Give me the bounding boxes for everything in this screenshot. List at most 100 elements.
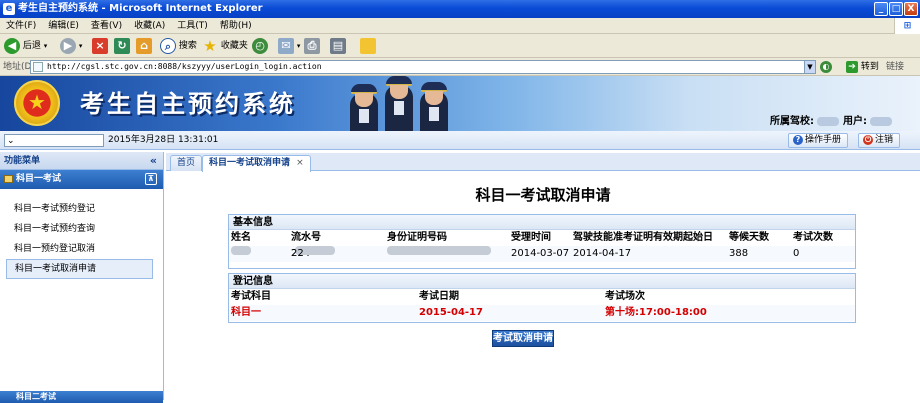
- sidebar-item-cancel-booking[interactable]: 科目一预约登记取消: [6, 239, 153, 259]
- tab-cancel-request[interactable]: 科目一考试取消申请 ×: [202, 155, 311, 172]
- sidebar-nav-list: 科目一考试预约登记 科目一考试预约查询 科目一预约登记取消 科目一考试取消申请: [0, 189, 163, 279]
- school-value-redacted: [817, 116, 840, 126]
- logout-label: 注销: [875, 135, 894, 145]
- police-emblem-icon: [14, 80, 60, 126]
- basic-info-header: 基本信息: [229, 215, 855, 230]
- sidebar-title: 功能菜单: [4, 156, 41, 166]
- menu-bar: 文件(F) 编辑(E) 查看(V) 收藏(A) 工具(T) 帮助(H) ⊞: [0, 18, 920, 34]
- menu-file[interactable]: 文件(F): [0, 18, 42, 34]
- history-icon: ◴: [252, 37, 268, 54]
- current-datetime: 2015年3月28日 13:31:01: [108, 135, 219, 145]
- home-button[interactable]: ⌂: [136, 37, 152, 55]
- registration-info-header: 登记信息: [229, 274, 855, 289]
- col-exam-count: 考试次数: [793, 232, 833, 243]
- edit-icon: ▤: [330, 37, 346, 54]
- col-wait-days: 等候天数: [729, 232, 769, 243]
- registration-info-panel: 登记信息 考试科目 考试日期 考试场次 科目一 2015-04-17 第十场:1…: [228, 273, 856, 323]
- power-icon: ⏻: [863, 134, 873, 145]
- tab-home-label: 首页: [177, 158, 196, 168]
- user-label: 用户:: [842, 116, 867, 127]
- address-url: http://cgsl.stc.gov.cn:8088/kszyyy/userL…: [47, 62, 322, 71]
- messenger-button[interactable]: [360, 37, 376, 55]
- sidebar-group-subject2[interactable]: 科目二考试: [0, 391, 163, 403]
- cell-accept-time: 2014-03-07: [511, 248, 570, 259]
- refresh-button[interactable]: ↻: [114, 37, 130, 55]
- site-title: 考生自主预约系统: [80, 89, 296, 118]
- sidebar-group-title: 科目一考试: [16, 174, 62, 184]
- maximize-button[interactable]: □: [889, 2, 903, 16]
- tab-home[interactable]: 首页: [170, 155, 203, 171]
- close-icon[interactable]: ×: [296, 158, 304, 168]
- user-info: 所属驾校: 用户:: [770, 112, 893, 127]
- mail-icon: ✉: [278, 37, 294, 54]
- menu-view[interactable]: 查看(V): [85, 18, 128, 34]
- edit-button[interactable]: ▤: [330, 37, 346, 55]
- minimize-button[interactable]: _: [874, 2, 888, 16]
- windows-logo-icon: ⊞: [894, 18, 920, 34]
- id-redacted: [387, 246, 491, 255]
- col-subject: 考试科目: [231, 291, 271, 302]
- forward-button[interactable]: ▶ ▾: [60, 37, 82, 55]
- sidebar-item-cancel-request[interactable]: 科目一考试取消申请: [6, 259, 153, 279]
- cell-wait-days: 388: [729, 248, 749, 259]
- page-title: 科目一考试取消申请: [475, 186, 611, 204]
- strip-select[interactable]: ⌄: [4, 134, 104, 147]
- folder-icon: [4, 175, 13, 183]
- star-icon: ★: [203, 36, 217, 55]
- manual-label: 操作手册: [805, 135, 842, 145]
- go-button[interactable]: ➔ 转到: [846, 59, 879, 75]
- stop-icon: ×: [92, 37, 108, 54]
- mail-button[interactable]: ✉ ▾: [278, 37, 300, 55]
- col-valid-start: 驾驶技能准考证明有效期起始日: [573, 232, 713, 243]
- menu-edit[interactable]: 编辑(E): [42, 18, 85, 34]
- logout-button[interactable]: ⏻ 注销: [858, 133, 901, 148]
- refresh-icon: ↻: [114, 37, 130, 54]
- menu-help[interactable]: 帮助(H): [214, 18, 258, 34]
- close-button[interactable]: X: [904, 2, 918, 16]
- note-icon: [360, 37, 376, 54]
- search-icon: ⌕: [160, 37, 176, 54]
- name-redacted: [231, 246, 251, 255]
- help-icon: ?: [793, 134, 803, 145]
- main-content: 科目一考试取消申请 基本信息 姓名 流水号 身份证明号码 受理时间 驾驶技能准考…: [166, 172, 920, 400]
- favorites-button[interactable]: ★ 收藏夹: [202, 37, 248, 55]
- col-exam-session: 考试场次: [605, 291, 645, 302]
- search-button[interactable]: ⌕ 搜索: [160, 37, 197, 55]
- go-label: 转到: [860, 62, 879, 72]
- menu-tools[interactable]: 工具(T): [171, 18, 214, 34]
- back-label: 后退: [22, 41, 41, 51]
- sidebar-item-booking[interactable]: 科目一考试预约登记: [6, 199, 153, 219]
- address-bar: 地址(D) http://cgsl.stc.gov.cn:8088/kszyyy…: [0, 58, 920, 76]
- submit-cancel-request-button[interactable]: 考试取消申请: [492, 330, 554, 347]
- collapse-icon[interactable]: «: [150, 152, 157, 170]
- back-button[interactable]: ◀ 后退 ▾: [4, 37, 47, 55]
- history-button[interactable]: ◴: [252, 37, 268, 55]
- col-serial: 流水号: [291, 232, 321, 243]
- compat-icon[interactable]: ◐: [820, 61, 832, 73]
- col-accept-time: 受理时间: [511, 232, 551, 243]
- cell-subject: 科目一: [231, 307, 261, 318]
- address-dropdown[interactable]: ▼: [804, 60, 816, 74]
- window-title-bar: e 考生自主预约系统 - Microsoft Internet Explorer…: [0, 0, 920, 18]
- tab-strip: 首页 科目一考试取消申请 ×: [166, 153, 920, 172]
- sidebar-header: 功能菜单 «: [0, 152, 163, 170]
- stop-button[interactable]: ×: [92, 37, 108, 55]
- group-toggle-icon[interactable]: ⊼: [145, 173, 157, 185]
- col-id: 身份证明号码: [387, 232, 447, 243]
- address-input[interactable]: http://cgsl.stc.gov.cn:8088/kszyyy/userL…: [30, 60, 812, 74]
- home-icon: ⌂: [136, 37, 152, 54]
- menu-favorites[interactable]: 收藏(A): [128, 18, 171, 34]
- sidebar-item-query[interactable]: 科目一考试预约查询: [6, 219, 153, 239]
- sidebar-group-subject1[interactable]: 科目一考试 ⊼: [0, 170, 163, 189]
- print-button[interactable]: ⎙: [304, 37, 320, 55]
- links-label[interactable]: 链接: [886, 58, 904, 76]
- go-arrow-icon: ➔: [846, 60, 858, 73]
- registration-header-row: 考试科目 考试日期 考试场次: [229, 289, 855, 305]
- col-exam-date: 考试日期: [419, 291, 459, 302]
- sidebar: 功能菜单 « 科目一考试 ⊼ 科目一考试预约登记 科目一考试预约查询 科目一预约…: [0, 152, 164, 403]
- school-label: 所属驾校:: [770, 116, 814, 127]
- ie-icon: e: [3, 3, 15, 15]
- table-row: 科目一 2015-04-17 第十场:17:00-18:00: [229, 305, 855, 321]
- cell-exam-count: 0: [793, 248, 800, 259]
- manual-button[interactable]: ? 操作手册: [788, 133, 849, 148]
